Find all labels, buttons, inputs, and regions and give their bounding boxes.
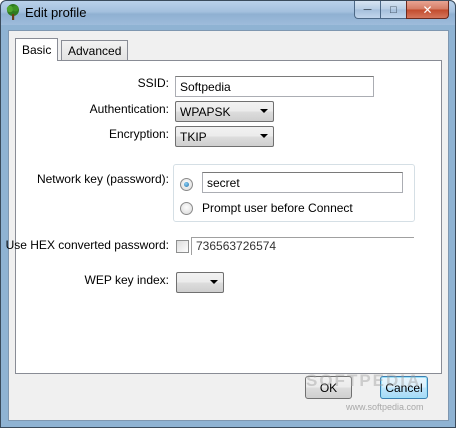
authentication-label: Authentication: [89, 102, 169, 116]
hex-value-border-left [191, 237, 192, 255]
chevron-down-icon [260, 134, 268, 138]
edit-profile-window: Edit profile ─ □ ✕ Basic Advanced SSID: … [0, 0, 456, 428]
window-title: Edit profile [25, 5, 87, 20]
minimize-icon: ─ [363, 3, 372, 16]
encryption-select[interactable]: TKIP [175, 126, 274, 147]
close-button[interactable]: ✕ [406, 1, 449, 19]
title-bar[interactable]: Edit profile ─ □ ✕ [1, 1, 455, 25]
chevron-down-icon [210, 280, 218, 284]
softpedia-url-watermark: www.softpedia.com [346, 402, 424, 412]
ssid-label: SSID: [137, 76, 169, 90]
softpedia-watermark: SOFTPEDIA [306, 371, 422, 390]
dialog-client-area: Basic Advanced SSID: Softpedia Authentic… [6, 30, 449, 421]
minimize-button[interactable]: ─ [354, 1, 380, 19]
prompt-user-label[interactable]: Prompt user before Connect [202, 201, 353, 215]
close-icon: ✕ [422, 2, 433, 17]
maximize-icon: □ [390, 3, 397, 16]
encryption-label: Encryption: [108, 127, 169, 141]
network-key-group: secret Prompt user before Connect [173, 164, 415, 222]
network-key-label: Network key (password): [36, 172, 169, 186]
hex-password-value: 736563726574 [196, 239, 277, 253]
wep-key-index-label: WEP key index: [84, 273, 169, 287]
network-key-input[interactable]: secret [202, 172, 403, 193]
authentication-select[interactable]: WPAPSK [175, 101, 274, 122]
network-key-radio[interactable] [180, 178, 193, 191]
tree-icon [6, 4, 19, 20]
maximize-button[interactable]: □ [380, 1, 406, 19]
hex-password-label: Use HEX converted password: [5, 238, 169, 252]
encryption-value: TKIP [180, 130, 207, 144]
prompt-user-radio[interactable] [180, 202, 193, 215]
hex-password-checkbox[interactable] [176, 240, 189, 253]
chevron-down-icon [260, 109, 268, 113]
tab-advanced[interactable]: Advanced [61, 40, 129, 60]
tab-basic[interactable]: Basic [15, 38, 59, 61]
basic-tab-panel: SSID: Softpedia Authentication: WPAPSK E… [6, 60, 442, 374]
ssid-input[interactable]: Softpedia [175, 76, 374, 97]
wep-key-index-select[interactable] [176, 272, 224, 293]
caption-buttons: ─ □ ✕ [354, 1, 449, 19]
authentication-value: WPAPSK [180, 105, 231, 119]
hex-value-border-top [191, 237, 414, 238]
